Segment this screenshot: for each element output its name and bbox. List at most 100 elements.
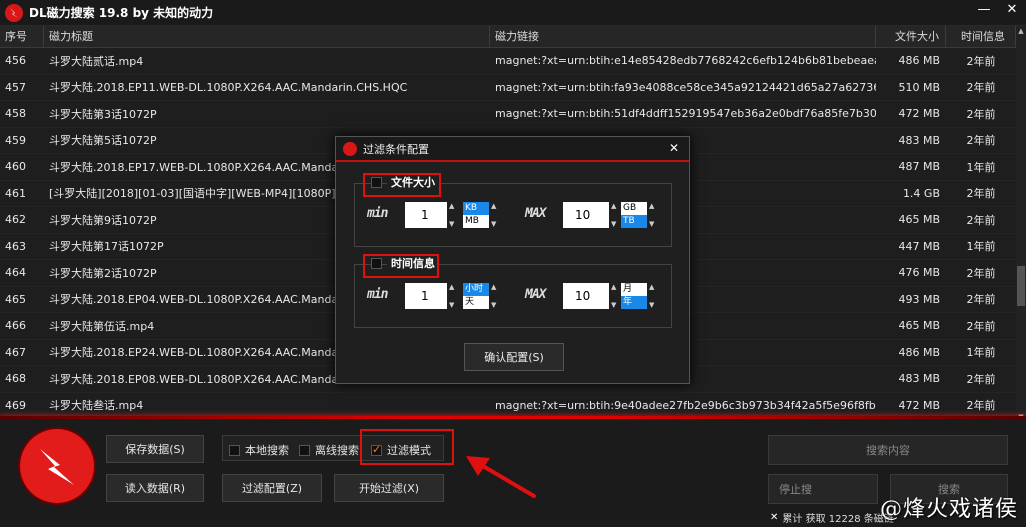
row-link: magnet:?xt=urn:btih:9e40adee27fb2e9b6c3b… <box>495 398 876 412</box>
table-row[interactable]: 456 斗罗大陆贰话.mp4 magnet:?xt=urn:btih:e14e854… <box>0 48 1016 75</box>
status-text: 累计 获取 12228 条磁链 <box>782 514 894 525</box>
local-search-checkbox[interactable]: 本地搜索 <box>229 442 289 458</box>
row-time: 2年前 <box>966 54 996 68</box>
unit-option[interactable]: 月 <box>621 283 647 296</box>
confirm-config-button[interactable]: 确认配置(S) <box>464 343 564 371</box>
app-logo-icon <box>5 3 23 22</box>
row-size: 510 MB <box>898 80 940 94</box>
lightning-logo-icon <box>20 429 94 503</box>
time-max-input[interactable]: 10 <box>563 283 609 309</box>
dialog-title: 过滤条件配置 <box>363 142 429 156</box>
row-title: 斗罗大陆第3话1072P <box>49 107 157 121</box>
unit-option[interactable]: KB <box>463 202 489 215</box>
row-time: 2年前 <box>966 399 996 413</box>
size-max-spinner[interactable]: ▲ ▼ <box>611 202 619 228</box>
dialog-close-button[interactable]: ✕ <box>669 141 679 155</box>
offline-search-checkbox[interactable]: 离线搜索 <box>299 442 359 458</box>
time-min-unit-list[interactable]: 小时 天 <box>463 283 489 309</box>
row-time: 2年前 <box>966 187 996 201</box>
dialog-title-bar: 过滤条件配置 ✕ <box>336 137 689 162</box>
unit-option[interactable]: MB <box>463 215 489 228</box>
row-index: 460 <box>5 160 26 174</box>
time-max-unit-list[interactable]: 月 年 <box>621 283 647 309</box>
size-max-unit-spinner[interactable]: ▲ ▼ <box>649 202 657 228</box>
unit-option[interactable]: GB <box>621 202 647 215</box>
row-link: magnet:?xt=urn:btih:fa93e4088ce58ce345a9… <box>495 80 876 94</box>
status-x-icon[interactable]: ✕ <box>770 512 778 523</box>
row-time: 2年前 <box>966 266 996 280</box>
checkbox-box[interactable] <box>299 444 310 456</box>
row-index: 459 <box>5 133 26 147</box>
row-index: 462 <box>5 213 26 227</box>
size-min-unit-list[interactable]: KB MB <box>463 202 489 228</box>
column-header-link[interactable]: 磁力链接 <box>490 25 876 48</box>
highlight-box-filter-mode <box>360 429 454 465</box>
column-header-size[interactable]: 文件大小 <box>876 25 946 48</box>
highlight-box-file-size <box>363 173 441 197</box>
table-row[interactable]: 469 斗罗大陆叁话.mp4 magnet:?xt=urn:btih:9e40ade… <box>0 393 1016 419</box>
row-size: 487 MB <box>898 160 940 174</box>
scrollbar-thumb[interactable] <box>1017 266 1025 306</box>
vertical-scrollbar[interactable]: ▲ ▼ <box>1016 26 1026 421</box>
size-min-input[interactable]: 1 <box>405 202 447 228</box>
column-header-index[interactable]: 序号 <box>0 25 44 48</box>
row-time: 2年前 <box>966 134 996 148</box>
row-index: 466 <box>5 319 26 333</box>
row-index: 464 <box>5 266 26 280</box>
size-max-input[interactable]: 10 <box>563 202 609 228</box>
window-title: DL磁力搜索 19.8 by 未知的动力 <box>29 6 214 20</box>
row-time: 2年前 <box>966 372 996 386</box>
row-index: 456 <box>5 54 26 68</box>
column-header-time[interactable]: 时间信息 <box>946 25 1016 48</box>
row-time: 2年前 <box>966 81 996 95</box>
highlight-box-time-info <box>363 254 439 278</box>
row-size: 493 MB <box>898 292 940 306</box>
row-time: 2年前 <box>966 213 996 227</box>
offline-search-label: 离线搜索 <box>315 444 359 457</box>
unit-option[interactable]: 年 <box>621 296 647 309</box>
column-header-title[interactable]: 磁力标题 <box>44 25 490 48</box>
table-row[interactable]: 458 斗罗大陆第3话1072P magnet:?xt=urn:btih:51df4… <box>0 101 1016 128</box>
unit-option[interactable]: TB <box>621 215 647 228</box>
row-size: 472 MB <box>898 398 940 412</box>
minimize-button[interactable]: — <box>976 2 992 17</box>
table-row[interactable]: 457 斗罗大陆.2018.EP11.WEB-DL.1080P.X264.AAC.… <box>0 75 1016 101</box>
time-max-unit-spinner[interactable]: ▲ ▼ <box>649 283 657 309</box>
checkbox-box[interactable] <box>229 444 240 456</box>
size-min-unit-spinner[interactable]: ▲ ▼ <box>491 202 499 228</box>
save-data-button[interactable]: 保存数据(S) <box>106 435 204 463</box>
start-filter-button[interactable]: 开始过滤(X) <box>334 474 444 502</box>
close-button[interactable]: ✕ <box>1004 2 1020 17</box>
load-data-button[interactable]: 读入数据(R) <box>106 474 204 502</box>
row-size: 447 MB <box>898 239 940 253</box>
stop-search-button[interactable]: 停止搜 <box>768 474 878 504</box>
filter-config-button[interactable]: 过滤配置(Z) <box>222 474 322 502</box>
row-size: 483 MB <box>898 133 940 147</box>
local-search-label: 本地搜索 <box>245 444 289 457</box>
row-time: 1年前 <box>966 240 996 254</box>
red-arrow-icon <box>466 456 536 498</box>
row-title: 斗罗大陆叁话.mp4 <box>49 399 144 413</box>
time-min-input[interactable]: 1 <box>405 283 447 309</box>
row-time: 2年前 <box>966 319 996 333</box>
unit-option[interactable]: 天 <box>463 296 489 309</box>
row-size: 465 MB <box>898 213 940 227</box>
row-time: 1年前 <box>966 346 996 360</box>
unit-option[interactable]: 小时 <box>463 283 489 296</box>
search-content-button[interactable]: 搜索内容 <box>768 435 1008 465</box>
row-index: 469 <box>5 398 26 412</box>
time-min-unit-spinner[interactable]: ▲ ▼ <box>491 283 499 309</box>
time-max-spinner[interactable]: ▲ ▼ <box>611 283 619 309</box>
size-min-spinner[interactable]: ▲ ▼ <box>449 202 457 228</box>
time-max-label: MAX <box>525 287 547 302</box>
row-size: 486 MB <box>898 54 940 68</box>
watermark-text: @烽火戏诸侯 <box>879 497 1018 522</box>
size-max-unit-list[interactable]: GB TB <box>621 202 647 228</box>
row-size: 476 MB <box>898 266 940 280</box>
scroll-up-icon[interactable]: ▲ <box>1016 26 1026 36</box>
time-min-spinner[interactable]: ▲ ▼ <box>449 283 457 309</box>
row-link: magnet:?xt=urn:btih:51df4ddff152919547eb… <box>495 107 876 121</box>
size-max-label: MAX <box>525 206 547 221</box>
row-time: 2年前 <box>966 107 996 121</box>
title-bar: DL磁力搜索 19.8 by 未知的动力 — ✕ <box>0 0 1026 26</box>
